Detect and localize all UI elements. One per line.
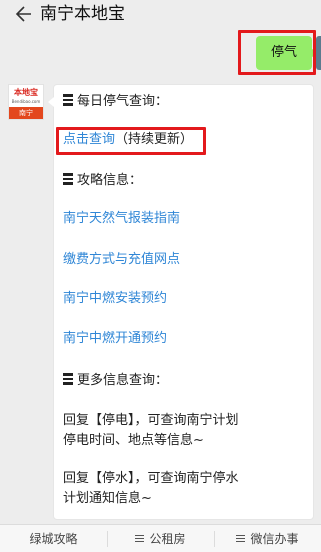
menu-item-wechat-services[interactable]: 微信办事 bbox=[214, 525, 321, 552]
chat-title: 南宁本地宝 bbox=[40, 4, 125, 24]
film-icon bbox=[63, 94, 73, 106]
account-avatar[interactable]: 本地宝 Bendibao.com 南宁 bbox=[8, 84, 44, 120]
film-icon bbox=[63, 173, 73, 185]
menu-item-city-guide[interactable]: 绿城攻略 bbox=[0, 525, 107, 552]
guide-link-payment[interactable]: 缴费方式与充值网点 bbox=[63, 251, 180, 269]
user-avatar[interactable] bbox=[316, 36, 321, 70]
more-info-heading: 更多信息查询： bbox=[63, 372, 168, 390]
bottom-menu-bar: 绿城攻略 公租房 微信办事 bbox=[0, 524, 321, 552]
back-arrow-icon[interactable] bbox=[12, 4, 32, 24]
menu-item-public-housing[interactable]: 公租房 bbox=[107, 525, 214, 552]
avatar-city-text: 南宁 bbox=[9, 107, 43, 119]
film-icon bbox=[63, 373, 73, 385]
reply-power-text-1: 回复【停电】，可查询南宁计划 bbox=[63, 413, 239, 428]
guide-link-activation-booking[interactable]: 南宁中燃开通预约 bbox=[63, 330, 167, 348]
daily-query-heading: 每日停气查询： bbox=[63, 93, 168, 111]
guide-link-gas-install[interactable]: 南宁天然气报装指南 bbox=[63, 210, 180, 228]
menu-lines-icon bbox=[135, 535, 145, 543]
menu-lines-icon bbox=[236, 535, 246, 543]
highlight-box-outgoing bbox=[238, 30, 316, 75]
guide-heading: 攻略信息： bbox=[63, 172, 142, 190]
reply-water-text-2: 计划通知信息~ bbox=[63, 491, 152, 506]
avatar-domain-text: Bendibao.com bbox=[11, 99, 41, 104]
reply-water-text-1: 回复【停水】，可查询南宁停水 bbox=[63, 471, 239, 486]
reply-power-text-2: 停电时间、地点等信息~ bbox=[63, 433, 204, 448]
avatar-brand-text: 本地宝 bbox=[14, 88, 38, 97]
highlight-box-query-link bbox=[56, 127, 206, 155]
chat-header: 南宁本地宝 bbox=[0, 0, 321, 32]
guide-link-install-booking[interactable]: 南宁中燃安装预约 bbox=[63, 290, 167, 308]
